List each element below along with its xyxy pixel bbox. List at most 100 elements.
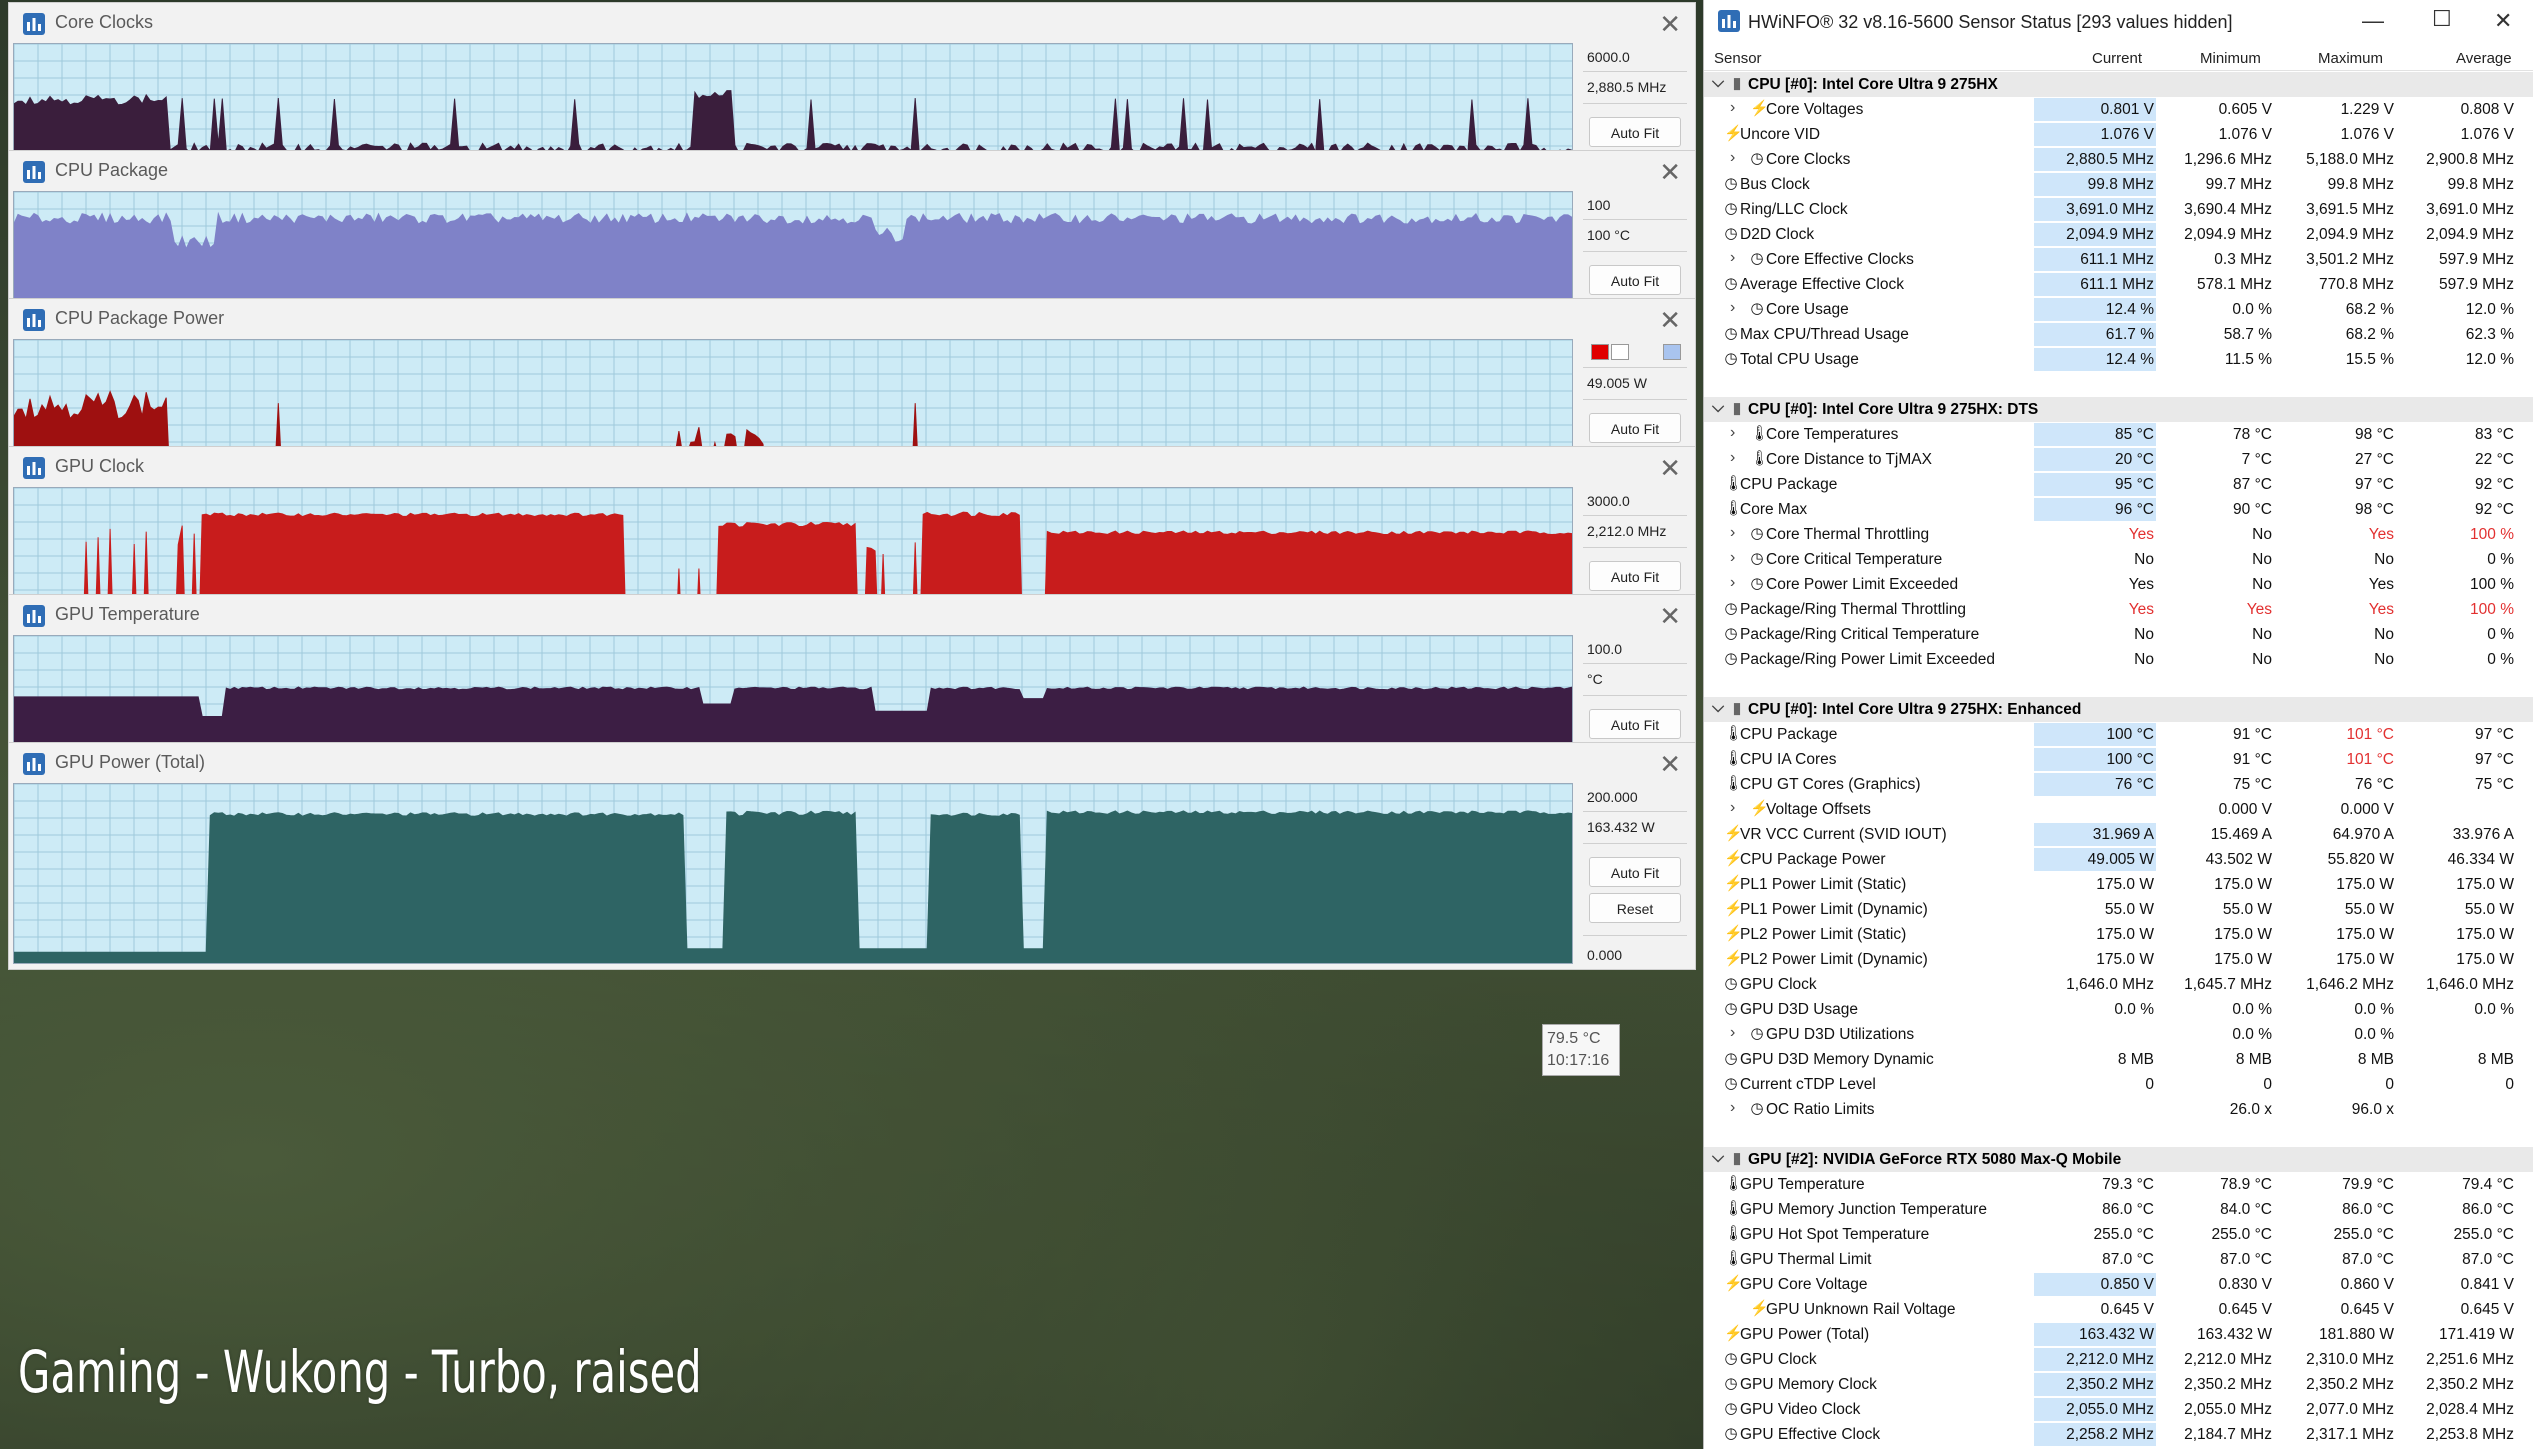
sensor-row[interactable]: › ◷ OC Ratio Limits 26.0 x 96.0 x (1704, 1097, 2533, 1122)
graph-titlebar[interactable]: GPU Clock ✕ (9, 447, 1695, 487)
sensor-titlebar[interactable]: HWiNFO® 32 v8.16-5600 Sensor Status [293… (1704, 0, 2533, 44)
sensor-group-row[interactable]: ⌵ ▮ CPU [#0]: Intel Core Ultra 9 275HX: … (1704, 697, 2533, 722)
sensor-row[interactable]: 🌡 GPU Temperature 79.3 °C 78.9 °C 79.9 °C 79.… (1704, 1172, 2533, 1197)
expand-chevron-icon[interactable]: › (1730, 99, 1735, 117)
sensor-row[interactable]: ◷ Ring/LLC Clock 3,691.0 MHz 3,690.4 MHz 3,6… (1704, 197, 2533, 222)
sensor-row[interactable]: ⚡ PL1 Power Limit (Static) 175.0 W 175.0 W 1… (1704, 872, 2533, 897)
col-average[interactable]: Average (2456, 50, 2512, 67)
sensor-row[interactable]: › ⚡ Core Voltages 0.801 V 0.605 V 1.229 V 0.80… (1704, 97, 2533, 122)
maximize-icon[interactable]: ☐ (2432, 6, 2452, 32)
sensor-row[interactable]: › ◷ Core Effective Clocks 611.1 MHz 0.3 MHz 3… (1704, 247, 2533, 272)
sensor-row[interactable]: ◷ Total CPU Usage 12.4 % 11.5 % 15.5 % 12.0 % (1704, 347, 2533, 372)
sensor-row[interactable]: ◷ Current cTDP Level 0 0 0 0 (1704, 1072, 2533, 1097)
sensor-row[interactable]: 🌡 CPU IA Cores 100 °C 91 °C 101 °C 97 °C (1704, 747, 2533, 772)
expand-chevron-icon[interactable]: › (1730, 524, 1735, 542)
sensor-row[interactable]: ◷ GPU D3D Memory Dynamic 8 MB 8 MB 8 MB 8 MB (1704, 1047, 2533, 1072)
sensor-row[interactable]: ⚡ GPU Power (Total) 163.432 W 163.432 W 181.… (1704, 1322, 2533, 1347)
sensor-row[interactable]: ◷ D2D Clock 2,094.9 MHz 2,094.9 MHz 2,094.9 … (1704, 222, 2533, 247)
sensor-row[interactable]: › ◷ Core Power Limit Exceeded Yes No Yes 100 % (1704, 572, 2533, 597)
sensor-row[interactable]: ⚡ GPU Core Voltage 0.850 V 0.830 V 0.860 V 0.… (1704, 1272, 2533, 1297)
auto-fit-button[interactable]: Auto Fit (1589, 709, 1681, 739)
auto-fit-button[interactable]: Auto Fit (1589, 117, 1681, 147)
sensor-group-row[interactable]: ⌵ ▮ CPU [#0]: Intel Core Ultra 9 275HX (1704, 72, 2533, 97)
expand-chevron-icon[interactable]: › (1730, 449, 1735, 467)
collapse-chevron-icon[interactable]: ⌵ (1712, 74, 1724, 92)
sensor-row[interactable]: ⚡ PL1 Power Limit (Dynamic) 55.0 W 55.0 W 55… (1704, 897, 2533, 922)
sensor-row[interactable]: 🌡 CPU Package 100 °C 91 °C 101 °C 97 °C (1704, 722, 2533, 747)
sensor-row[interactable]: ⚡ Uncore VID 1.076 V 1.076 V 1.076 V 1.076 V (1704, 122, 2533, 147)
sensor-row[interactable]: ◷ Package/Ring Power Limit Exceeded No No No… (1704, 647, 2533, 672)
sensor-row[interactable]: 🌡 GPU Hot Spot Temperature 255.0 °C 255.0 °… (1704, 1222, 2533, 1247)
reset-button[interactable]: Reset (1589, 893, 1681, 923)
close-icon[interactable]: ✕ (1659, 157, 1681, 188)
sensor-row[interactable]: ◷ GPU Effective Clock 2,258.2 MHz 2,184.7 M… (1704, 1422, 2533, 1447)
sensor-row[interactable]: ◷ Bus Clock 99.8 MHz 99.7 MHz 99.8 MHz 99.8 M… (1704, 172, 2533, 197)
expand-chevron-icon[interactable]: › (1730, 1024, 1735, 1042)
sensor-row[interactable]: › 🌡 Core Distance to TjMAX 20 °C 7 °C 27 °C 22… (1704, 447, 2533, 472)
sensor-row[interactable]: ◷ Average Effective Clock 611.1 MHz 578.1 M… (1704, 272, 2533, 297)
collapse-chevron-icon[interactable]: ⌵ (1712, 699, 1724, 717)
col-minimum[interactable]: Minimum (2200, 50, 2261, 67)
expand-chevron-icon[interactable]: › (1730, 799, 1735, 817)
auto-fit-button[interactable]: Auto Fit (1589, 265, 1681, 295)
sensor-row[interactable]: ◷ Package/Ring Thermal Throttling Yes Yes Ye… (1704, 597, 2533, 622)
sensor-row[interactable]: ◷ GPU Clock 2,212.0 MHz 2,212.0 MHz 2,310.0 … (1704, 1347, 2533, 1372)
sensor-row[interactable]: › ⚡ Voltage Offsets 0.000 V 0.000 V (1704, 797, 2533, 822)
close-icon[interactable]: ✕ (1659, 9, 1681, 40)
close-icon[interactable]: ✕ (1659, 601, 1681, 632)
sensor-row[interactable]: › 🌡 Core Temperatures 85 °C 78 °C 98 °C 83 °C (1704, 422, 2533, 447)
close-icon[interactable]: ✕ (1659, 453, 1681, 484)
collapse-chevron-icon[interactable]: ⌵ (1712, 1149, 1724, 1167)
close-icon[interactable]: ✕ (1659, 305, 1681, 336)
col-maximum[interactable]: Maximum (2318, 50, 2383, 67)
sensor-row[interactable]: ◷ GPU Memory Clock 2,350.2 MHz 2,350.2 MHz 2… (1704, 1372, 2533, 1397)
sensor-row[interactable]: 🌡 Core Max 96 °C 90 °C 98 °C 92 °C (1704, 497, 2533, 522)
sensor-row[interactable]: 🌡 GPU Thermal Limit 87.0 °C 87.0 °C 87.0 °C 8… (1704, 1247, 2533, 1272)
close-icon[interactable]: ✕ (2494, 8, 2512, 34)
sensor-row[interactable]: 🌡 CPU GT Cores (Graphics) 76 °C 75 °C 76 °C 7… (1704, 772, 2533, 797)
graph-window-6[interactable]: GPU Power (Total) ✕ 200.000 163.432 W Au… (8, 742, 1696, 970)
expand-chevron-icon[interactable]: › (1730, 424, 1735, 442)
sensor-row[interactable]: ⚡ PL2 Power Limit (Dynamic) 175.0 W 175.0 W… (1704, 947, 2533, 972)
graph-plot-area[interactable] (13, 783, 1573, 964)
expand-chevron-icon[interactable]: › (1730, 574, 1735, 592)
sensor-row[interactable]: 🌡 GPU Memory Junction Temperature 86.0 °C 8… (1704, 1197, 2533, 1222)
graph-titlebar[interactable]: GPU Power (Total) ✕ (9, 743, 1695, 783)
sensor-row[interactable]: ◷ GPU Clock 1,646.0 MHz 1,645.7 MHz 1,646.2 … (1704, 972, 2533, 997)
sensor-row[interactable]: › ◷ Core Thermal Throttling Yes No Yes 100 % (1704, 522, 2533, 547)
sensor-row[interactable]: ◷ GPU D3D Usage 0.0 % 0.0 % 0.0 % 0.0 % (1704, 997, 2533, 1022)
sensor-row[interactable]: ⚡ GPU Unknown Rail Voltage 0.645 V 0.645 V 0… (1704, 1297, 2533, 1322)
sensor-row[interactable]: ◷ Max CPU/Thread Usage 61.7 % 58.7 % 68.2 % 6… (1704, 322, 2533, 347)
col-current[interactable]: Current (2092, 50, 2142, 67)
expand-chevron-icon[interactable]: › (1730, 549, 1735, 567)
sensor-row[interactable]: ⚡ CPU Package Power 49.005 W 43.502 W 55.820… (1704, 847, 2533, 872)
sensor-row[interactable]: › ◷ Core Critical Temperature No No No 0 % (1704, 547, 2533, 572)
sensor-row[interactable]: › ◷ Core Clocks 2,880.5 MHz 1,296.6 MHz 5,188… (1704, 147, 2533, 172)
sensor-row[interactable]: 🌡 CPU Package 95 °C 87 °C 97 °C 92 °C (1704, 472, 2533, 497)
expand-chevron-icon[interactable]: › (1730, 249, 1735, 267)
graph-titlebar[interactable]: CPU Package Power ✕ (9, 299, 1695, 339)
auto-fit-button[interactable]: Auto Fit (1589, 561, 1681, 591)
sensor-row[interactable]: › ◷ Core Usage 12.4 % 0.0 % 68.2 % 12.0 % (1704, 297, 2533, 322)
graph-titlebar[interactable]: Core Clocks ✕ (9, 3, 1695, 43)
close-icon[interactable]: ✕ (1659, 749, 1681, 780)
graph-titlebar[interactable]: CPU Package ✕ (9, 151, 1695, 191)
legend-color-swatch[interactable] (1591, 344, 1609, 360)
expand-chevron-icon[interactable]: › (1730, 299, 1735, 317)
legend-color-swatch[interactable] (1611, 344, 1629, 360)
sensor-row[interactable]: ⚡ PL2 Power Limit (Static) 175.0 W 175.0 W 1… (1704, 922, 2533, 947)
col-sensor[interactable]: Sensor (1714, 50, 1762, 67)
sensor-row[interactable]: ◷ Package/Ring Critical Temperature No No No… (1704, 622, 2533, 647)
sensor-row[interactable]: ◷ GPU Video Clock 2,055.0 MHz 2,055.0 MHz 2,… (1704, 1397, 2533, 1422)
sensor-group-row[interactable]: ⌵ ▮ CPU [#0]: Intel Core Ultra 9 275HX: … (1704, 397, 2533, 422)
auto-fit-button[interactable]: Auto Fit (1589, 857, 1681, 887)
expand-chevron-icon[interactable]: › (1730, 1099, 1735, 1117)
legend-color-swatch[interactable] (1663, 344, 1681, 360)
sensor-row[interactable]: › ◷ GPU D3D Utilizations 0.0 % 0.0 % (1704, 1022, 2533, 1047)
sensor-row[interactable]: ⚡ VR VCC Current (SVID IOUT) 31.969 A 15.46… (1704, 822, 2533, 847)
sensor-group-row[interactable]: ⌵ ▮ GPU [#2]: NVIDIA GeForce RTX 5080 Ma… (1704, 1147, 2533, 1172)
expand-chevron-icon[interactable]: › (1730, 149, 1735, 167)
graph-titlebar[interactable]: GPU Temperature ✕ (9, 595, 1695, 635)
minimize-icon[interactable]: — (2362, 8, 2384, 34)
auto-fit-button[interactable]: Auto Fit (1589, 413, 1681, 443)
